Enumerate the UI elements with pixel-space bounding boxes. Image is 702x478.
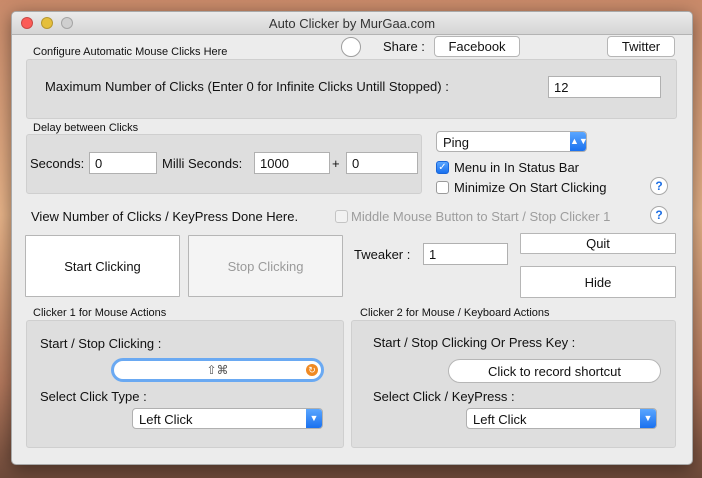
chevron-down-icon: ▼ (306, 409, 322, 428)
delay-group: Seconds: Milli Seconds: + (26, 134, 422, 194)
clicker1-start-stop-label: Start / Stop Clicking : (40, 336, 162, 351)
title-bar[interactable]: Auto Clicker by MurGaa.com (12, 12, 692, 35)
app-window: Auto Clicker by MurGaa.com Configure Aut… (11, 11, 693, 465)
clicker1-click-type-label: Select Click Type : (40, 389, 147, 404)
middle-mouse-label: Middle Mouse Button to Start / Stop Clic… (351, 209, 611, 224)
clear-shortcut-icon[interactable]: ↻ (306, 364, 318, 376)
max-clicks-label: Maximum Number of Clicks (Enter 0 for In… (45, 79, 449, 94)
share-label: Share : (383, 39, 425, 54)
clicker1-click-type-value: Left Click (139, 412, 193, 427)
seconds-input[interactable] (89, 152, 157, 174)
clicker2-click-type-label: Select Click / KeyPress : (373, 389, 515, 404)
clicker1-group-label: Clicker 1 for Mouse Actions (33, 307, 167, 319)
clicker1-shortcut-value: ⇧⌘ (206, 363, 229, 377)
middle-mouse-checkbox[interactable] (335, 210, 348, 223)
twitter-button[interactable]: Twitter (607, 36, 675, 57)
hide-button[interactable]: Hide (520, 266, 676, 298)
clicker2-start-stop-label: Start / Stop Clicking Or Press Key : (373, 335, 576, 350)
record-shortcut-button[interactable]: Click to record shortcut (448, 359, 661, 383)
middle-mouse-help-icon[interactable]: ? (650, 206, 668, 224)
configure-label: Configure Automatic Mouse Clicks Here (33, 46, 228, 58)
plus-label: + (332, 156, 340, 171)
clicker2-click-type-select[interactable]: Left Click ▼ (466, 408, 657, 429)
chevron-down-icon: ▼ (640, 409, 656, 428)
clicker1-shortcut-field[interactable]: ⇧⌘ ↻ (111, 358, 324, 382)
random-delay-input[interactable] (346, 152, 418, 174)
milliseconds-input[interactable] (254, 152, 330, 174)
minimize-help-icon[interactable]: ? (650, 177, 668, 195)
checkmark-icon: ✓ (438, 162, 447, 173)
sound-select[interactable]: Ping ▲▼ (436, 131, 588, 152)
clicker2-group-label: Clicker 2 for Mouse / Keyboard Actions (360, 307, 550, 319)
max-clicks-group: Maximum Number of Clicks (Enter 0 for In… (26, 59, 677, 119)
seconds-label: Seconds: (30, 156, 85, 171)
milliseconds-label: Milli Seconds: (162, 156, 243, 171)
clicker2-group: Start / Stop Clicking Or Press Key : Cli… (351, 320, 676, 448)
chevron-down-icon: ▲▼ (570, 132, 588, 151)
tweaker-input[interactable] (423, 243, 508, 265)
status-indicator-button[interactable] (341, 37, 361, 57)
minimize-label: Minimize On Start Clicking (454, 180, 607, 195)
menu-status-bar-checkbox[interactable]: ✓ (436, 161, 449, 174)
sound-select-value: Ping (443, 135, 470, 150)
clicker1-group: Start / Stop Clicking : ⇧⌘ ↻ Select Clic… (26, 320, 344, 448)
click-counter-label: View Number of Clicks / KeyPress Done He… (31, 209, 299, 224)
max-clicks-input[interactable] (548, 76, 661, 98)
facebook-button[interactable]: Facebook (434, 36, 520, 57)
start-clicking-button[interactable]: Start Clicking (25, 235, 180, 297)
clicker1-click-type-select[interactable]: Left Click ▼ (132, 408, 323, 429)
clicker2-click-type-value: Left Click (473, 412, 527, 427)
stop-clicking-button[interactable]: Stop Clicking (188, 235, 343, 297)
delay-group-label: Delay between Clicks (33, 122, 139, 134)
window-title: Auto Clicker by MurGaa.com (268, 16, 436, 31)
tweaker-label: Tweaker : (354, 247, 411, 262)
quit-button[interactable]: Quit (520, 233, 676, 254)
minimize-checkbox[interactable] (436, 181, 449, 194)
menu-status-bar-label: Menu in In Status Bar (454, 160, 580, 175)
